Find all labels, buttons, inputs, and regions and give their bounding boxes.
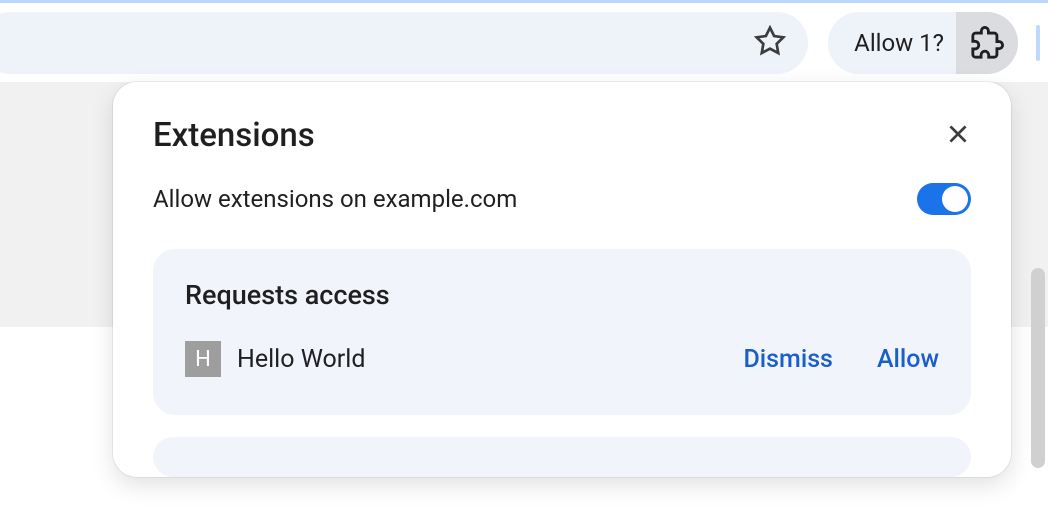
card-title: Requests access	[185, 279, 939, 311]
browser-toolbar: Allow 1?	[0, 0, 1048, 82]
popup-title: Extensions	[153, 116, 315, 155]
extensions-puzzle-icon[interactable]	[956, 12, 1018, 74]
allow-button[interactable]: Allow	[877, 345, 939, 374]
extensions-popup: Extensions Allow extensions on example.c…	[113, 82, 1011, 477]
bookmark-star-icon[interactable]	[754, 25, 786, 61]
allow-extensions-label: Allow extensions on example.com	[153, 185, 517, 213]
close-icon[interactable]	[945, 121, 971, 151]
address-bar[interactable]	[0, 12, 808, 74]
extension-name: Hello World	[237, 345, 699, 374]
allow-chip-label: Allow 1?	[854, 29, 944, 57]
allow-extensions-toggle[interactable]	[917, 183, 971, 215]
dismiss-button[interactable]: Dismiss	[743, 345, 832, 374]
allow-extension-chip[interactable]: Allow 1?	[828, 12, 1018, 74]
scrollbar-thumb[interactable]	[1031, 268, 1045, 468]
secondary-card	[153, 437, 971, 477]
extension-row: H Hello World Dismiss Allow	[185, 341, 939, 377]
requests-access-card: Requests access H Hello World Dismiss Al…	[153, 249, 971, 415]
extension-letter-icon: H	[185, 341, 221, 377]
toggle-knob	[942, 186, 968, 212]
toolbar-divider	[1036, 25, 1040, 61]
